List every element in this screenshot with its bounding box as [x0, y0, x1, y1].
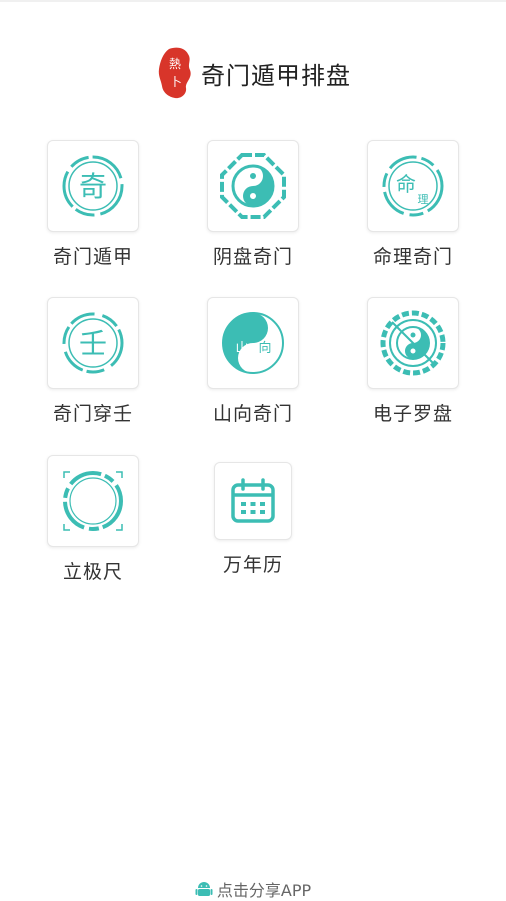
- share-app-link[interactable]: 点击分享APP: [0, 878, 506, 900]
- share-app-text: 点击分享APP: [216, 881, 312, 900]
- qi-glyph: 奇: [79, 170, 107, 203]
- tile-icon-box: [207, 140, 299, 232]
- shan-xiang-yin-yang-icon: 山 向: [222, 312, 284, 374]
- shan-glyph: 山: [235, 341, 248, 356]
- tile-icon-box: [367, 297, 459, 389]
- tile-icon-box: [47, 455, 139, 547]
- yin-yang-octagon-icon: [220, 153, 286, 219]
- mingli-seal-icon: 命 理: [382, 155, 444, 217]
- compass-bagua-icon: [380, 310, 446, 376]
- li-glyph: 理: [418, 193, 429, 206]
- tile-icon-box: 命 理: [367, 140, 459, 232]
- ming-glyph: 命: [396, 172, 416, 196]
- tile-label: 万年历: [222, 554, 283, 576]
- tile-icon-box: 壬: [47, 297, 139, 389]
- feature-grid: 奇 奇门遁甲 阴盘奇门 命 理 命理奇门 壬 奇门穿壬 山 向 山向奇门 电子罗…: [0, 0, 506, 600]
- tile-label: 奇门遁甲: [52, 246, 133, 268]
- tile-dianzi-luopan[interactable]: 电子罗盘: [333, 297, 493, 426]
- tile-label: 立极尺: [62, 561, 123, 583]
- ren-glyph: 壬: [79, 327, 107, 360]
- xiang-glyph: 向: [258, 340, 271, 356]
- tile-label: 山向奇门: [212, 403, 293, 425]
- tile-label: 电子罗盘: [372, 403, 453, 425]
- tile-liji-chi[interactable]: 立极尺: [13, 455, 173, 584]
- tile-icon-box: [214, 462, 292, 540]
- tile-icon-box: 山 向: [207, 297, 299, 389]
- tile-label: 命理奇门: [372, 246, 453, 268]
- tile-yinpan-qimen[interactable]: 阴盘奇门: [173, 140, 333, 269]
- calendar-icon: [231, 478, 275, 523]
- tile-shanxiang-qimen[interactable]: 山 向 山向奇门: [173, 297, 333, 426]
- android-icon: [195, 882, 213, 896]
- qi-seal-icon: 奇: [62, 155, 124, 217]
- ring-icon: [63, 471, 123, 531]
- ren-seal-icon: 壬: [62, 312, 124, 374]
- tile-mingli-qimen[interactable]: 命 理 命理奇门: [333, 140, 493, 269]
- tile-label: 阴盘奇门: [212, 246, 293, 268]
- tile-wannian-li[interactable]: 万年历: [173, 462, 333, 577]
- tile-qimen-chuanren[interactable]: 壬 奇门穿壬: [13, 297, 173, 426]
- tile-label: 奇门穿壬: [52, 403, 133, 425]
- tile-icon-box: 奇: [47, 140, 139, 232]
- tile-qimen-dunjia[interactable]: 奇 奇门遁甲: [13, 140, 173, 269]
